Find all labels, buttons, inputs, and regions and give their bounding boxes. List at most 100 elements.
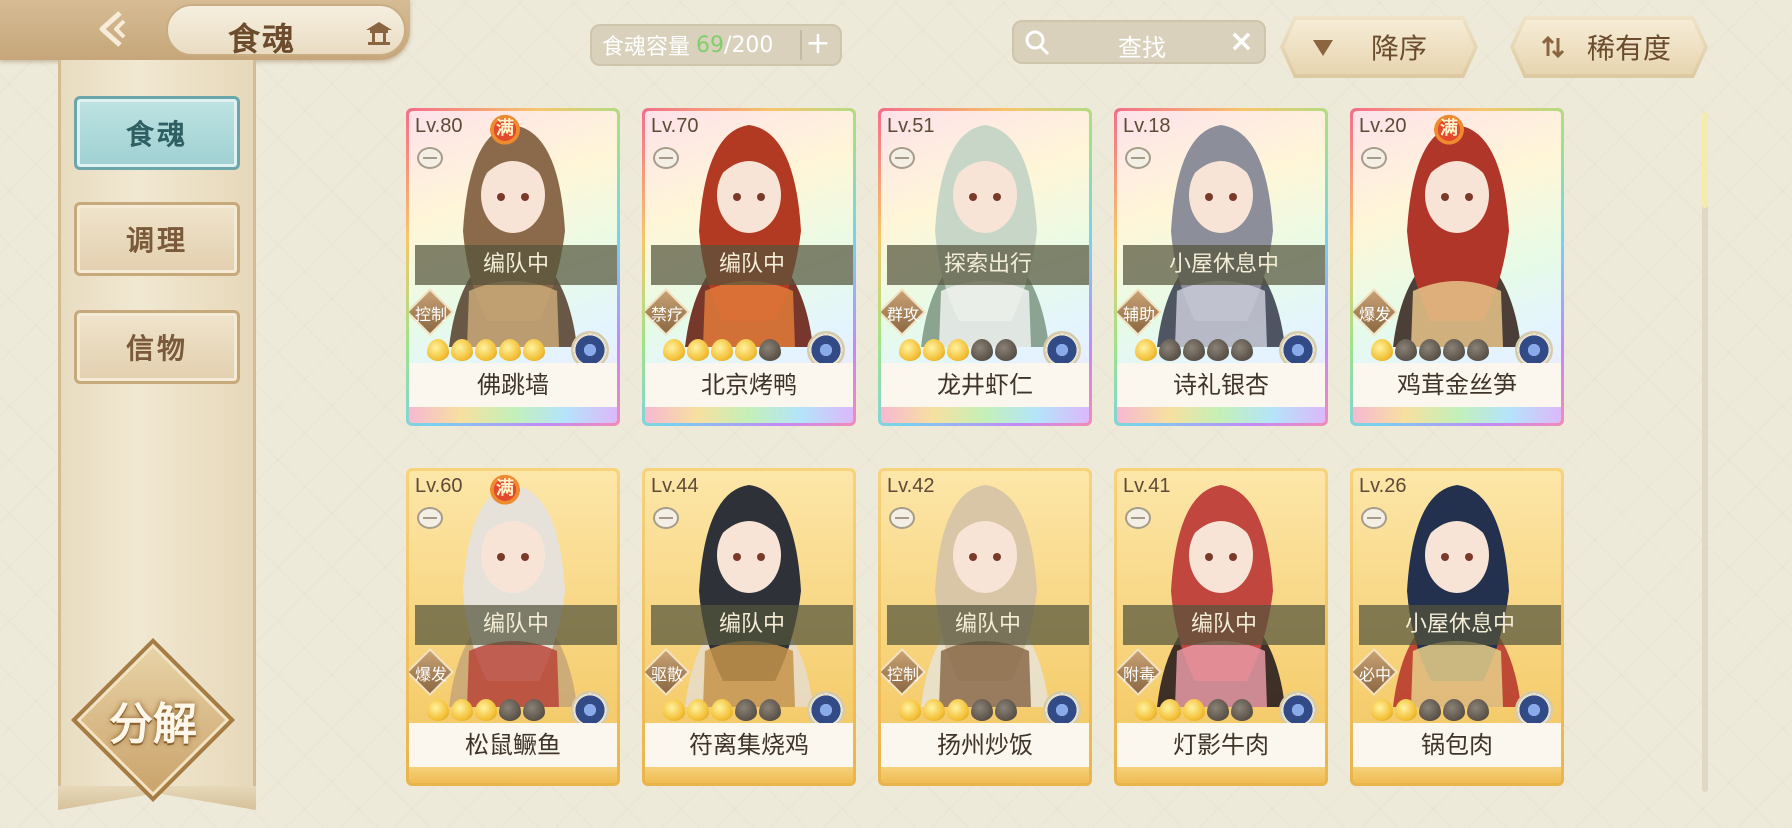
star-filled-icon — [1395, 699, 1417, 721]
card-footer — [409, 767, 617, 783]
star-empty-icon — [1419, 699, 1441, 721]
star-empty-icon — [1183, 339, 1205, 361]
card-name: 佛跳墙 — [409, 363, 617, 407]
star-filled-icon — [663, 339, 685, 361]
card-level: Lv.26 — [1359, 475, 1407, 497]
soul-card[interactable]: Lv.80 满编队中 控制 佛跳墙 — [406, 108, 620, 426]
soul-card[interactable]: Lv.20 满爆发 鸡茸金丝笋 — [1350, 108, 1564, 426]
soul-card-body: Lv.41 编队中 附毒 灯影牛肉 — [1117, 471, 1325, 783]
soul-card-body: Lv.26 小屋休息中必中锅包肉 — [1353, 471, 1561, 783]
star-rating — [899, 699, 1017, 721]
card-footer — [645, 767, 853, 783]
card-level: Lv.44 — [651, 475, 699, 497]
role-label: 禁疗 — [650, 305, 683, 324]
role-label: 爆发 — [1358, 305, 1391, 324]
star-rating — [427, 339, 545, 361]
soul-card[interactable]: Lv.70 编队中 禁疗 北京烤鸭 — [642, 108, 856, 426]
star-rating — [1371, 339, 1489, 361]
capacity-label: 食魂容量 — [602, 35, 691, 60]
clear-icon[interactable]: × — [1229, 24, 1254, 59]
star-rating — [1135, 699, 1253, 721]
role-tag: 辅助 — [1117, 287, 1163, 337]
soul-card-body: Lv.42 编队中 控制 扬州炒饭 — [881, 471, 1089, 783]
card-name: 扬州炒饭 — [881, 723, 1089, 767]
soul-card[interactable]: Lv.26 小屋休息中必中锅包肉 — [1350, 468, 1564, 786]
soul-card[interactable]: Lv.42 编队中 控制 扬州炒饭 — [878, 468, 1092, 786]
card-footer — [881, 407, 1089, 423]
card-level: Lv.20 — [1359, 115, 1407, 137]
sort-order-button[interactable]: 降序 — [1280, 16, 1478, 78]
star-empty-icon — [1207, 339, 1229, 361]
soul-card[interactable]: Lv.44 编队中 驱散 符离集烧鸡 — [642, 468, 856, 786]
card-name: 符离集烧鸡 — [645, 723, 853, 767]
star-filled-icon — [1371, 699, 1393, 721]
card-level: Lv.60 — [415, 475, 463, 497]
card-name: 松鼠鳜鱼 — [409, 723, 617, 767]
card-footer — [1117, 407, 1325, 423]
star-empty-icon — [1467, 339, 1489, 361]
star-empty-icon — [759, 699, 781, 721]
star-empty-icon — [1467, 699, 1489, 721]
tab-keepsake-label: 信物 — [125, 332, 188, 365]
capacity-display: 食魂容量 69 / 200 + — [590, 24, 842, 66]
card-name: 龙井虾仁 — [881, 363, 1089, 407]
star-empty-icon — [499, 699, 521, 721]
star-filled-icon — [499, 339, 521, 361]
card-status: 编队中 — [415, 605, 617, 645]
soul-card[interactable]: Lv.51 探索出行 群攻 龙井虾仁 — [878, 108, 1092, 426]
sort-key-button[interactable]: 稀有度 — [1510, 16, 1708, 78]
sort-key-label: 稀有度 — [1586, 32, 1671, 65]
star-filled-icon — [1371, 339, 1393, 361]
soul-card[interactable]: Lv.41 编队中 附毒 灯影牛肉 — [1114, 468, 1328, 786]
soul-card-body: Lv.60 满编队中 爆发 松鼠鳜鱼 — [409, 471, 617, 783]
star-rating — [899, 339, 1017, 361]
star-filled-icon — [711, 339, 733, 361]
star-empty-icon — [1443, 699, 1465, 721]
star-filled-icon — [947, 339, 969, 361]
scrollbar[interactable] — [1702, 112, 1708, 792]
star-empty-icon — [995, 339, 1017, 361]
card-footer — [1353, 407, 1561, 423]
add-capacity-button[interactable]: + — [800, 29, 834, 60]
max-level-badge: 满 — [489, 471, 521, 505]
triangle-down-icon — [1310, 34, 1336, 60]
card-level: Lv.42 — [887, 475, 935, 497]
star-empty-icon — [1231, 699, 1253, 721]
soul-card[interactable]: Lv.18 小屋休息中 辅助 诗礼银杏 — [1114, 108, 1328, 426]
page-title: 食魂 — [228, 20, 297, 58]
role-label: 辅助 — [1122, 305, 1155, 324]
bowl-icon — [653, 507, 679, 529]
card-name: 诗礼银杏 — [1117, 363, 1325, 407]
pavilion-icon[interactable] — [364, 20, 394, 46]
role-label: 必中 — [1358, 665, 1391, 684]
card-status: 小屋休息中 — [1359, 605, 1561, 645]
star-filled-icon — [923, 339, 945, 361]
star-filled-icon — [1183, 699, 1205, 721]
card-level: Lv.80 — [415, 115, 463, 137]
star-filled-icon — [475, 339, 497, 361]
search-input[interactable]: 查找 × — [1012, 20, 1266, 64]
card-status: 探索出行 — [887, 245, 1089, 285]
max-level-badge: 满 — [1433, 111, 1465, 145]
tab-keepsake[interactable]: 信物 — [74, 310, 240, 384]
star-empty-icon — [523, 699, 545, 721]
card-name: 锅包肉 — [1353, 723, 1561, 767]
tab-soul[interactable]: 食魂 — [74, 96, 240, 170]
card-status: 编队中 — [651, 245, 853, 285]
card-name: 灯影牛肉 — [1117, 723, 1325, 767]
star-empty-icon — [1443, 339, 1465, 361]
role-tag: 附毒 — [1117, 647, 1163, 697]
card-footer — [1117, 767, 1325, 783]
capacity-separator: / — [724, 32, 732, 58]
star-filled-icon — [523, 339, 545, 361]
role-tag: 必中 — [1353, 647, 1399, 697]
star-filled-icon — [663, 699, 685, 721]
bowl-icon — [653, 147, 679, 169]
card-footer — [881, 767, 1089, 783]
back-arrow-icon[interactable] — [84, 6, 148, 52]
scrollbar-thumb[interactable] — [1702, 112, 1708, 208]
soul-card[interactable]: Lv.60 满编队中 爆发 松鼠鳜鱼 — [406, 468, 620, 786]
title-pill: 食魂 — [166, 4, 406, 58]
star-filled-icon — [687, 339, 709, 361]
tab-conditioning[interactable]: 调理 — [74, 202, 240, 276]
